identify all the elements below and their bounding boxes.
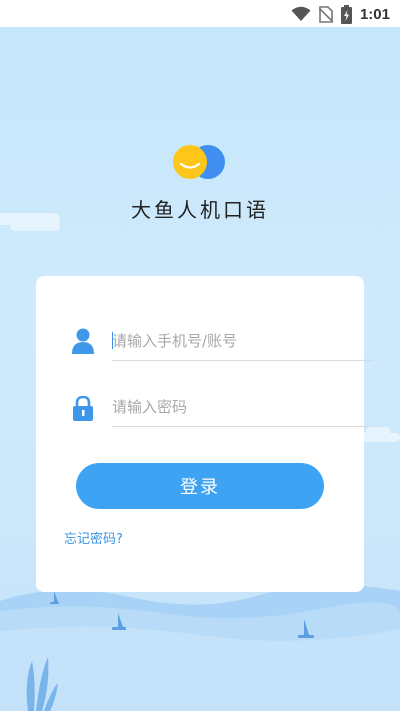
login-button[interactable]: 登录 (76, 463, 324, 509)
app-name: 大鱼人机口语 (131, 198, 269, 222)
forgot-password-link[interactable]: 忘记密码? (64, 528, 123, 547)
status-icons: 1:01 (291, 4, 390, 24)
lock-icon (73, 396, 93, 421)
battery-charging-icon (340, 4, 352, 24)
wifi-icon (291, 6, 311, 21)
password-underline (112, 426, 373, 427)
sea-illustration (0, 584, 400, 711)
status-bar: 1:01 (0, 0, 400, 27)
password-input[interactable] (112, 397, 332, 417)
account-input[interactable] (112, 331, 332, 351)
user-icon (72, 328, 94, 354)
login-card: 登录 忘记密码? (36, 276, 373, 592)
no-sim-icon (318, 5, 333, 23)
status-time: 1:01 (359, 5, 390, 23)
account-underline (112, 360, 373, 361)
smiley-logo-icon (173, 145, 225, 179)
cloud-decoration (366, 427, 390, 435)
